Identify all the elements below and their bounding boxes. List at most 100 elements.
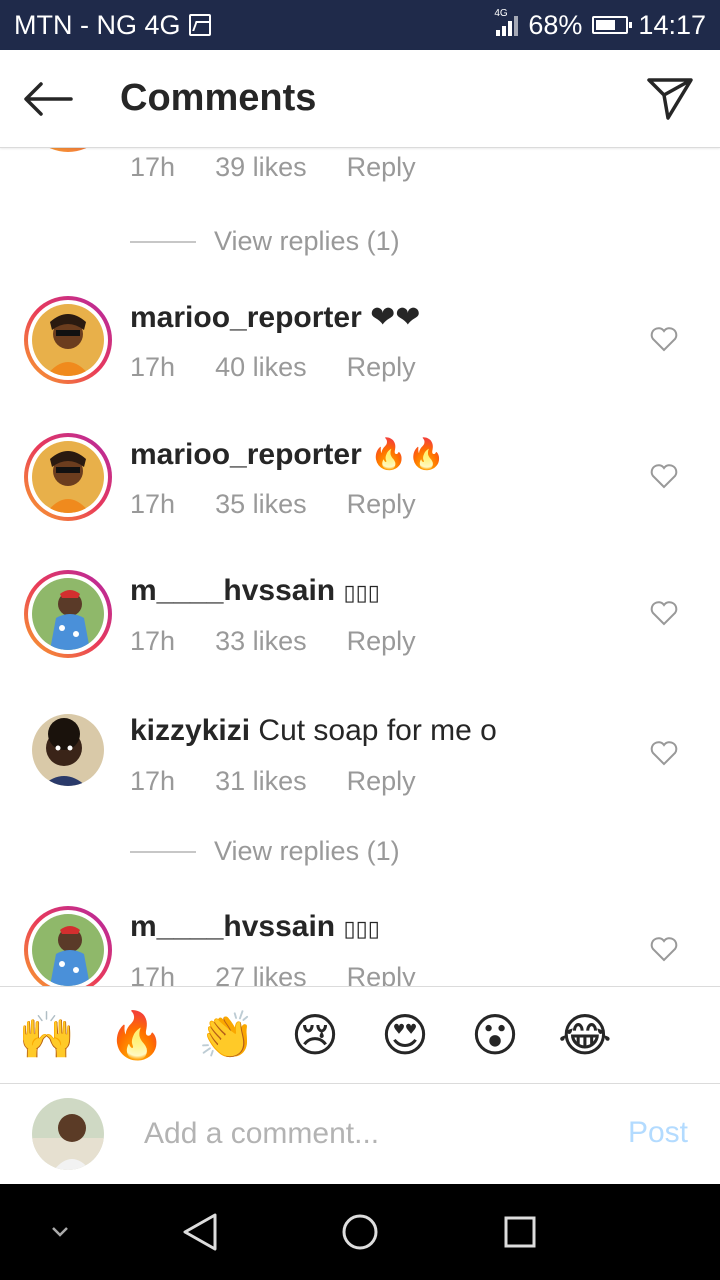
avatar-image [32, 914, 104, 986]
comment-time: 17h [130, 489, 176, 519]
avatar-image [32, 1098, 104, 1170]
back-button[interactable] [0, 50, 96, 148]
comment-time: 17h [130, 152, 176, 182]
comment-item: kizzykizi Cut soap for me o 17h 31 likes… [0, 710, 720, 830]
comment-text: m____hvssain ▯▯▯ [130, 574, 380, 608]
comment-meta: 17h 31 likes Reply [130, 766, 456, 797]
triangle-back-icon [183, 1213, 217, 1251]
heart-icon[interactable] [650, 463, 678, 489]
crying-emoji-button[interactable]: 😢 [288, 1008, 342, 1062]
comment-body: ▯▯▯ [343, 916, 380, 941]
view-replies-button[interactable]: View replies (1) [130, 226, 400, 257]
reply-button[interactable]: Reply [347, 352, 416, 383]
heart-eyes-emoji-button[interactable]: 😍 [378, 1008, 432, 1062]
avatar[interactable] [24, 906, 112, 986]
post-button[interactable]: Post [628, 1116, 688, 1150]
comment-username[interactable]: m____hvssain [130, 910, 335, 943]
comment-likes[interactable]: 35 likes [215, 489, 307, 520]
signal-icon: 4G [494, 8, 519, 36]
divider-line [130, 850, 196, 853]
view-replies-label: View replies (1) [214, 836, 400, 866]
reply-button[interactable]: Reply [347, 152, 416, 183]
battery-percent: 68% [528, 9, 583, 40]
recents-nav-button[interactable] [500, 1212, 540, 1252]
comment-username[interactable]: m____hvssain [130, 574, 335, 607]
comment-meta: 17h 40 likes Reply [130, 352, 456, 383]
comment-username[interactable]: kizzykizi [130, 714, 250, 747]
comment-text: kizzykizi Cut soap for me o [130, 714, 497, 748]
comment-likes[interactable]: 33 likes [215, 626, 307, 657]
raised-hands-emoji-button[interactable]: 🙌 [18, 1008, 75, 1062]
comment-body: 🔥🔥 [370, 438, 445, 471]
avatar[interactable] [24, 570, 112, 658]
emoji-quick-bar: 🙌 🔥 👏 😢 😍 😮 😂 [0, 986, 720, 1084]
heart-icon[interactable] [650, 600, 678, 626]
comment-username[interactable]: marioo_reporter [130, 301, 362, 334]
view-replies-button[interactable]: View replies (1) [130, 836, 400, 867]
avatar[interactable] [24, 433, 112, 521]
avatar-image [32, 441, 104, 513]
comment-likes[interactable]: 31 likes [215, 766, 307, 797]
comment-likes[interactable]: 39 likes [215, 152, 307, 183]
comment-text: marioo_reporter ❤❤ [130, 300, 420, 335]
comment-item: marioo_reporter 🔥🔥 17h 35 likes Reply [0, 433, 720, 553]
comment-item: marioo_reporter ❤❤ 17h 40 likes Reply [0, 296, 720, 416]
status-bar: MTN - NG 4G 4G 68% 14:17 [0, 0, 720, 50]
send-icon [647, 77, 693, 120]
comment-time: 17h [130, 352, 176, 382]
comment-meta: 17h 33 likes Reply [130, 626, 456, 657]
heart-icon[interactable] [650, 936, 678, 962]
laughing-emoji-button[interactable]: 😂 [558, 1008, 612, 1062]
comment-meta: 17h 35 likes Reply [130, 489, 456, 520]
heart-icon[interactable] [650, 326, 678, 352]
back-nav-button[interactable] [180, 1212, 220, 1252]
page-title: Comments [120, 77, 317, 119]
comment-likes[interactable]: 27 likes [215, 962, 307, 986]
comment-input[interactable] [144, 1110, 584, 1158]
avatar-image [32, 714, 104, 786]
comment-item: m____hvssain ▯▯▯ 17h 27 likes Reply [0, 906, 720, 986]
view-replies-label: View replies (1) [214, 226, 400, 256]
clock: 14:17 [638, 9, 706, 40]
back-arrow-icon [24, 81, 73, 116]
reply-button[interactable]: Reply [347, 766, 416, 797]
fire-emoji-button[interactable]: 🔥 [108, 1008, 165, 1062]
avatar-image [32, 578, 104, 650]
surprised-emoji-button[interactable]: 😮 [468, 1008, 522, 1062]
comment-composer: Post [0, 1084, 720, 1184]
avatar-image [32, 304, 104, 376]
system-nav-bar [0, 1184, 720, 1280]
comment-item: m____hvssain ▯▯▯ 17h 33 likes Reply [0, 570, 720, 690]
comment-username[interactable]: marioo_reporter [130, 438, 362, 471]
comment-time: 17h [130, 962, 176, 986]
chevron-down-icon [52, 1227, 68, 1237]
heart-icon[interactable] [650, 740, 678, 766]
reply-button[interactable]: Reply [347, 626, 416, 657]
comment-text: marioo_reporter 🔥🔥 [130, 437, 445, 472]
comments-list[interactable]: 17h 39 likes Reply View replies (1) mari… [0, 148, 720, 986]
comment-text: m____hvssain ▯▯▯ [130, 910, 380, 944]
hide-nav-button[interactable] [40, 1212, 80, 1252]
comment-body: ❤❤ [370, 301, 421, 334]
home-nav-button[interactable] [340, 1212, 380, 1252]
comment-meta: 17h 27 likes Reply [130, 962, 456, 986]
avatar[interactable] [32, 714, 104, 786]
comment-likes[interactable]: 40 likes [215, 352, 307, 383]
carrier-label: MTN - NG 4G [14, 9, 181, 40]
circle-home-icon [342, 1214, 378, 1250]
comment-time: 17h [130, 766, 176, 796]
gallery-icon [188, 14, 211, 36]
clapping-emoji-button[interactable]: 👏 [198, 1008, 255, 1062]
reply-button[interactable]: Reply [347, 962, 416, 986]
avatar [32, 1098, 104, 1170]
reply-button[interactable]: Reply [347, 489, 416, 520]
share-button[interactable] [620, 50, 720, 148]
avatar[interactable] [24, 296, 112, 384]
comment-body: Cut soap for me o [258, 714, 497, 747]
avatar[interactable] [24, 148, 112, 152]
battery-icon [592, 16, 633, 34]
comment-time: 17h [130, 626, 176, 656]
app-header: Comments [0, 50, 720, 148]
comment-meta: 17h 39 likes Reply [130, 152, 456, 183]
divider-line [130, 240, 196, 243]
